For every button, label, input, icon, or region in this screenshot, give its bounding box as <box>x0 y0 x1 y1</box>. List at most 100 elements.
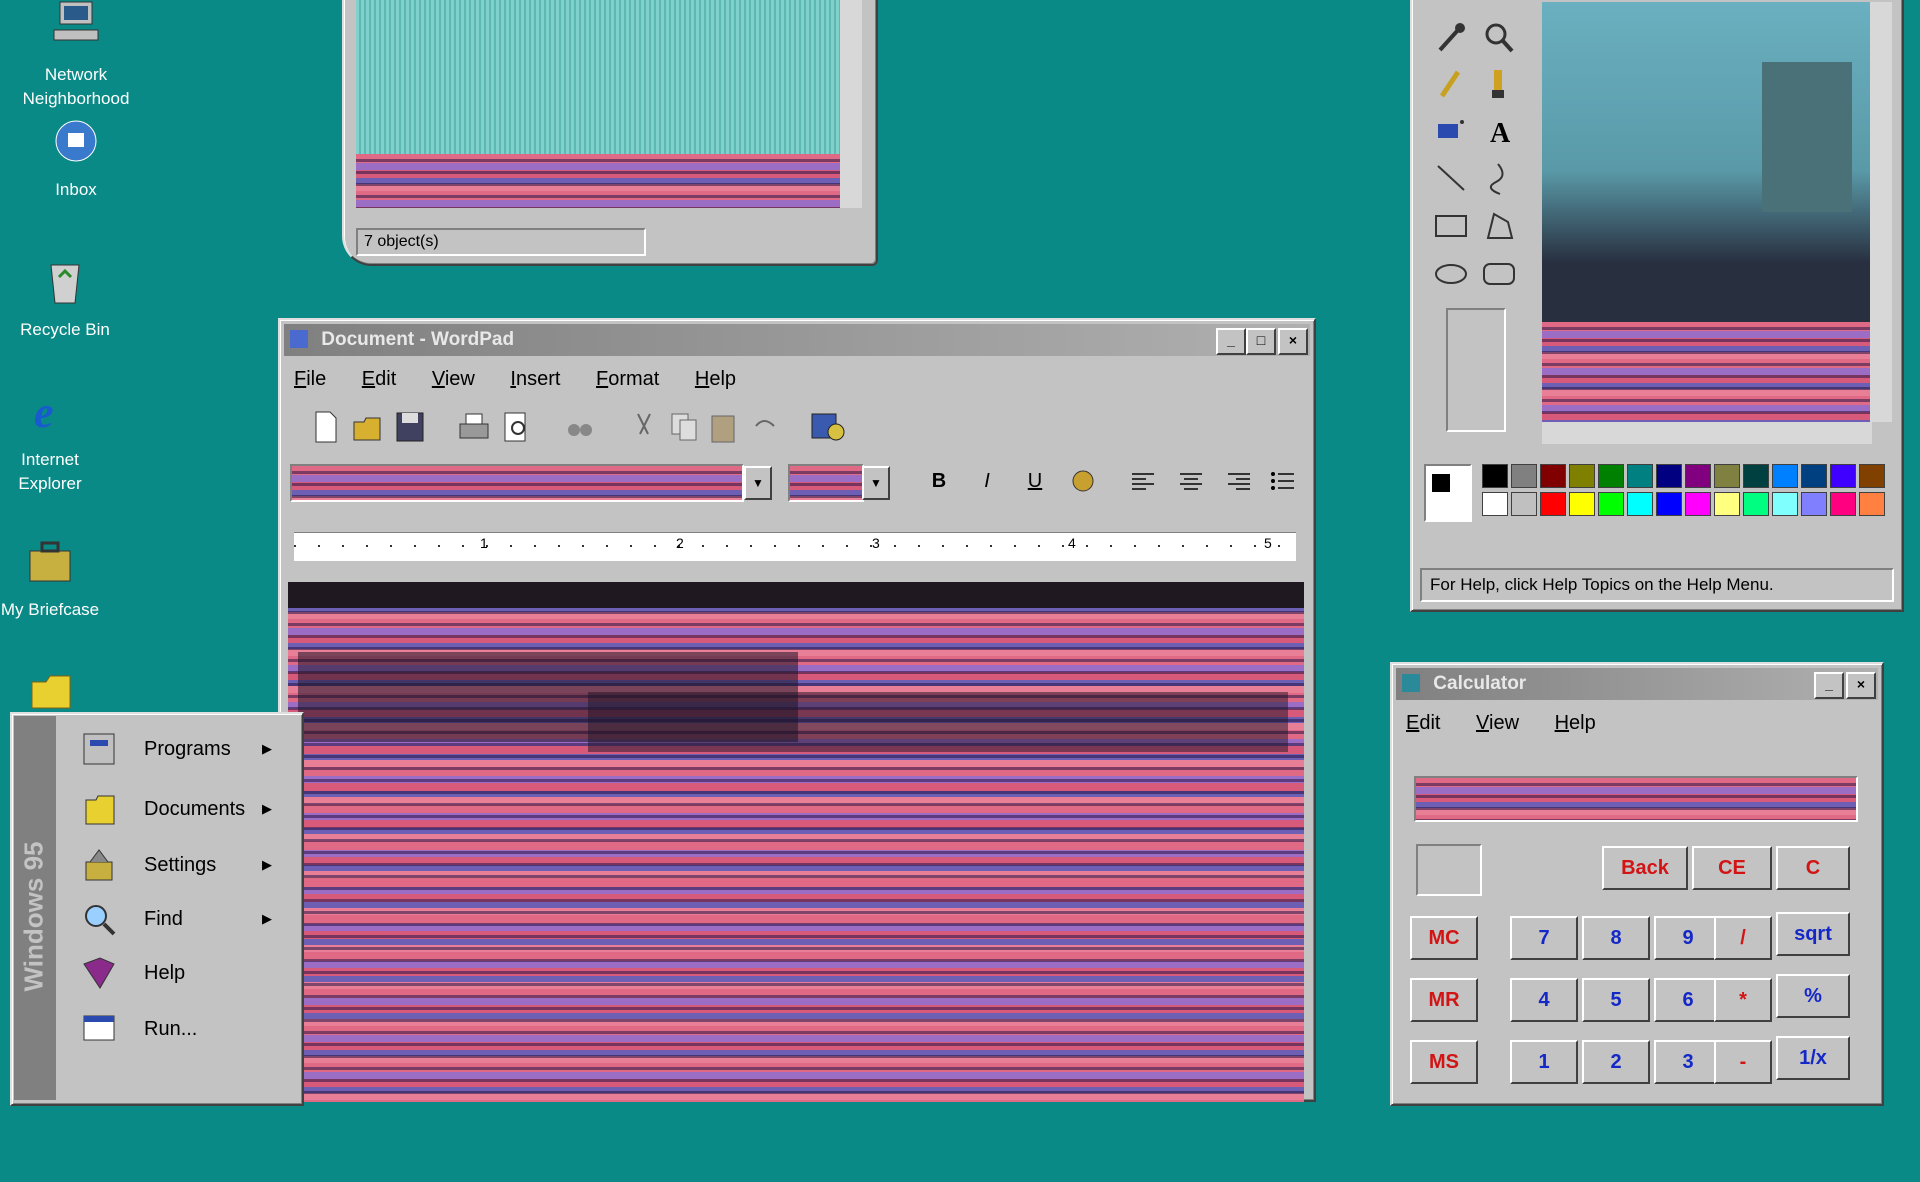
desktop-icon-internet-explorer[interactable]: e Internet Explorer <box>0 385 120 496</box>
palette-swatch[interactable] <box>1482 464 1508 488</box>
palette-swatch[interactable] <box>1772 492 1798 516</box>
minimize-button[interactable]: _ <box>1814 672 1844 699</box>
digit-2-button[interactable]: 2 <box>1582 1040 1650 1084</box>
start-menu-settings[interactable]: Settings ▶ <box>72 842 282 888</box>
font-name-combo[interactable] <box>290 464 744 502</box>
print-icon[interactable] <box>458 410 490 444</box>
multiply-button[interactable]: * <box>1714 978 1772 1022</box>
digit-4-button[interactable]: 4 <box>1510 978 1578 1022</box>
wordpad-ruler[interactable]: 1 2 3 4 5 <box>294 532 1296 561</box>
magnifier-tool[interactable] <box>1478 18 1520 58</box>
find-icon[interactable] <box>564 410 596 444</box>
start-menu-documents[interactable]: Documents ▶ <box>72 786 282 832</box>
palette-swatch[interactable] <box>1656 464 1682 488</box>
open-icon[interactable] <box>352 410 384 444</box>
menu-edit[interactable]: Edit <box>362 364 396 394</box>
reciprocal-button[interactable]: 1/x <box>1776 1036 1850 1080</box>
menu-file[interactable]: File <box>294 364 326 394</box>
palette-swatch[interactable] <box>1511 464 1537 488</box>
desktop-icon-inbox[interactable]: Inbox <box>6 115 146 202</box>
close-button[interactable]: × <box>1846 672 1876 699</box>
palette-swatch[interactable] <box>1569 464 1595 488</box>
palette-swatch[interactable] <box>1743 464 1769 488</box>
desktop-icon-network[interactable]: Network Neighborhood <box>6 0 146 111</box>
palette-swatch[interactable] <box>1714 492 1740 516</box>
font-size-combo[interactable] <box>788 464 864 502</box>
new-icon[interactable] <box>310 410 342 444</box>
brush-tool[interactable] <box>1478 64 1520 104</box>
paint-scrollbar-horizontal[interactable] <box>1542 422 1872 444</box>
font-size-dropdown[interactable]: ▼ <box>862 466 890 500</box>
italic-button[interactable]: I <box>970 466 1004 496</box>
current-colors[interactable] <box>1424 464 1472 522</box>
start-menu-run[interactable]: Run... <box>72 1006 282 1052</box>
digit-1-button[interactable]: 1 <box>1510 1040 1578 1084</box>
wordpad-titlebar[interactable]: Document - WordPad _ □ × <box>284 324 1310 356</box>
palette-swatch[interactable] <box>1801 492 1827 516</box>
paste-icon[interactable] <box>708 410 740 444</box>
airbrush-tool[interactable] <box>1430 110 1472 150</box>
start-menu-help[interactable]: Help <box>72 950 282 996</box>
ce-button[interactable]: CE <box>1692 846 1772 890</box>
percent-button[interactable]: % <box>1776 974 1850 1018</box>
palette-swatch[interactable] <box>1859 464 1885 488</box>
palette-swatch[interactable] <box>1598 464 1624 488</box>
palette-swatch[interactable] <box>1540 464 1566 488</box>
digit-8-button[interactable]: 8 <box>1582 916 1650 960</box>
palette-swatch[interactable] <box>1685 464 1711 488</box>
color-icon[interactable] <box>1066 466 1100 496</box>
menu-insert[interactable]: Insert <box>510 364 560 394</box>
print-preview-icon[interactable] <box>500 410 532 444</box>
paint-scrollbar-vertical[interactable] <box>1870 2 1892 422</box>
cut-icon[interactable] <box>628 410 660 444</box>
ms-button[interactable]: MS <box>1410 1040 1478 1084</box>
align-left-icon[interactable] <box>1126 466 1160 496</box>
menu-format[interactable]: Format <box>596 364 659 394</box>
digit-7-button[interactable]: 7 <box>1510 916 1578 960</box>
mc-button[interactable]: MC <box>1410 916 1478 960</box>
maximize-button[interactable]: □ <box>1246 328 1276 355</box>
pencil-tool[interactable] <box>1430 64 1472 104</box>
palette-swatch[interactable] <box>1714 464 1740 488</box>
date-time-icon[interactable] <box>810 410 846 444</box>
subtract-button[interactable]: - <box>1714 1040 1772 1084</box>
palette-swatch[interactable] <box>1569 492 1595 516</box>
font-name-dropdown[interactable]: ▼ <box>744 466 772 500</box>
start-menu-find[interactable]: Find ▶ <box>72 896 282 942</box>
digit-5-button[interactable]: 5 <box>1582 978 1650 1022</box>
c-button[interactable]: C <box>1776 846 1850 890</box>
menu-help[interactable]: Help <box>695 364 736 394</box>
save-icon[interactable] <box>394 410 426 444</box>
mr-button[interactable]: MR <box>1410 978 1478 1022</box>
menu-edit[interactable]: Edit <box>1406 708 1440 738</box>
bullets-icon[interactable] <box>1268 466 1298 496</box>
curve-tool[interactable] <box>1478 158 1520 198</box>
tool-options-box[interactable] <box>1446 308 1506 432</box>
explorer-scrollbar[interactable] <box>840 0 862 208</box>
desktop-icon-briefcase[interactable]: My Briefcase <box>0 535 120 622</box>
minimize-button[interactable]: _ <box>1216 328 1246 355</box>
digit-3-button[interactable]: 3 <box>1654 1040 1722 1084</box>
palette-swatch[interactable] <box>1540 492 1566 516</box>
rectangle-tool[interactable] <box>1430 206 1472 246</box>
sqrt-button[interactable]: sqrt <box>1776 912 1850 956</box>
ellipse-tool[interactable] <box>1430 254 1472 294</box>
palette-swatch[interactable] <box>1598 492 1624 516</box>
close-button[interactable]: × <box>1278 328 1308 355</box>
wordpad-document-area[interactable] <box>288 582 1304 1102</box>
palette-swatch[interactable] <box>1656 492 1682 516</box>
palette-swatch[interactable] <box>1685 492 1711 516</box>
start-menu-programs[interactable]: Programs ▶ <box>72 726 282 772</box>
undo-icon[interactable] <box>748 410 780 444</box>
digit-9-button[interactable]: 9 <box>1654 916 1722 960</box>
menu-view[interactable]: View <box>1476 708 1519 738</box>
calculator-titlebar[interactable]: Calculator _ × <box>1396 668 1878 700</box>
palette-swatch[interactable] <box>1859 492 1885 516</box>
palette-swatch[interactable] <box>1772 464 1798 488</box>
digit-6-button[interactable]: 6 <box>1654 978 1722 1022</box>
pick-color-tool[interactable] <box>1430 18 1472 58</box>
rounded-rect-tool[interactable] <box>1478 254 1520 294</box>
divide-button[interactable]: / <box>1714 916 1772 960</box>
palette-swatch[interactable] <box>1482 492 1508 516</box>
palette-swatch[interactable] <box>1801 464 1827 488</box>
